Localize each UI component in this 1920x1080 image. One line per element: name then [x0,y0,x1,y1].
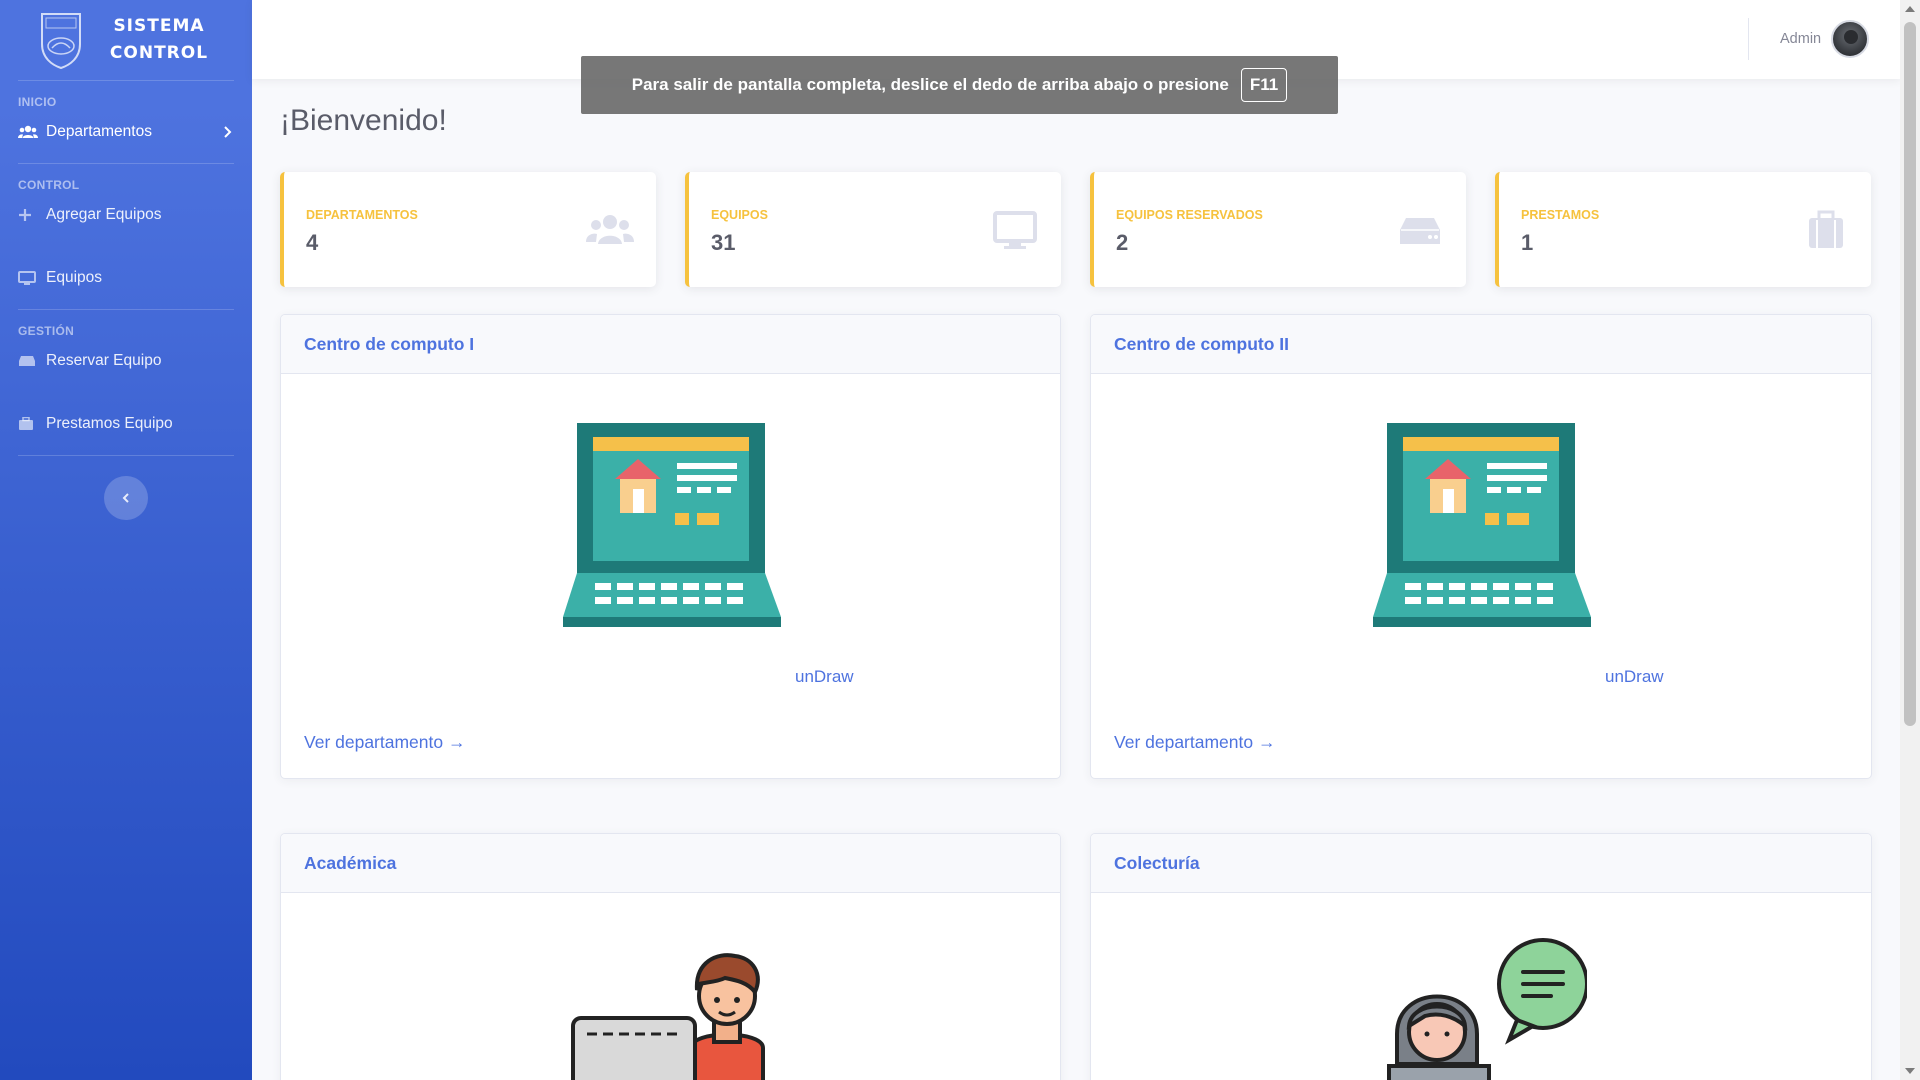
avatar[interactable] [1831,20,1870,58]
hdd-icon [1400,218,1440,244]
laptop-illustration [1373,423,1591,627]
card-title: Centro de computo I [281,315,1060,374]
card-title: Centro de computo II [1091,315,1871,374]
stat-card-departamentos[interactable]: DEPARTAMENTOS 4 [280,172,656,287]
stat-label: DEPARTAMENTOS [306,208,418,222]
brand-line-1: SISTEMA [113,16,205,36]
sidebar-heading-inicio: INICIO [18,95,57,109]
user-menu[interactable]: Admin [1780,20,1870,58]
stat-card-prestamos[interactable]: PRESTAMOS 1 [1495,172,1871,287]
student-laptop-illustration [571,953,765,1080]
card-title: Colecturía [1091,834,1871,893]
desktop-icon [993,211,1037,249]
sidebar-heading-gestion: GESTIÓN [18,324,75,338]
sidebar-item-departamentos[interactable]: Departamentos [0,109,252,155]
image-credit: unDraw [795,667,854,686]
scroll-down-icon[interactable] [1905,1068,1915,1074]
university-crest-icon [40,13,81,70]
topbar-divider [1748,18,1749,60]
plus-icon [18,207,40,223]
sidebar-item-equipos[interactable]: Equipos [0,255,252,301]
sidebar-brand[interactable]: SISTEMA CONTROL [0,0,252,80]
chevron-left-icon [122,493,129,503]
scroll-thumb[interactable] [1904,22,1916,726]
sidebar-toggle-wrap [0,456,252,520]
stat-label: PRESTAMOS [1521,208,1600,222]
view-department-link[interactable]: Ver departamento → [304,732,465,753]
sidebar-item-prestamos-equipo[interactable]: Prestamos Equipo [0,401,252,447]
stat-label: EQUIPOS [711,208,768,222]
stat-value: 1 [1521,230,1534,255]
sidebar-item-label: Reservar Equipo [46,352,162,369]
vertical-scrollbar[interactable] [1900,0,1920,1080]
briefcase-icon [18,416,40,432]
briefcase-icon [1809,210,1843,248]
sidebar-item-label: Departamentos [46,123,152,140]
department-card: Centro de computo II unDraw Ver departam… [1090,314,1872,779]
users-icon [18,124,40,140]
department-card: Colecturía [1090,833,1872,1080]
department-card: Centro de computo I unDraw Ver departame… [280,314,1061,779]
sidebar: SISTEMA CONTROL INICIO Departamentos CON… [0,0,252,1080]
stat-card-equipos[interactable]: EQUIPOS 31 [685,172,1061,287]
chevron-right-icon [224,126,232,138]
view-department-link[interactable]: Ver departamento → [1114,732,1275,753]
stat-card-equipos-reservados[interactable]: EQUIPOS RESERVADOS 2 [1090,172,1466,287]
sidebar-heading-control: CONTROL [18,178,80,192]
stat-value: 2 [1116,230,1129,255]
hdd-icon [18,353,40,369]
image-credit: unDraw [1605,667,1664,686]
card-title: Académica [281,834,1060,893]
toast-message: Para salir de pantalla completa, deslice… [631,75,1229,94]
key-hint: F11 [1240,68,1288,102]
sidebar-toggle-button[interactable] [104,476,148,520]
desktop-icon [18,270,40,286]
sidebar-item-label: Agregar Equipos [46,206,162,223]
stats-row: DEPARTAMENTOS 4 EQUIPOS 31 EQUIPOS RESER… [280,172,1872,287]
stat-label: EQUIPOS RESERVADOS [1116,208,1263,222]
user-name: Admin [1780,31,1822,47]
users-icon [586,215,634,244]
sidebar-item-label: Equipos [46,269,103,286]
fullscreen-toast: Para salir de pantalla completa, deslice… [581,56,1338,114]
sidebar-item-agregar-equipos[interactable]: Agregar Equipos [0,192,252,238]
sidebar-item-label: Prestamos Equipo [46,415,173,432]
sidebar-item-reservar-equipo[interactable]: Reservar Equipo [0,338,252,384]
scroll-up-icon[interactable] [1905,6,1915,12]
stat-value: 4 [306,230,319,255]
department-card: Académica [280,833,1061,1080]
brand-title: SISTEMA CONTROL [110,13,208,67]
support-agent-illustration [1387,938,1587,1080]
laptop-illustration [563,423,781,627]
brand-line-2: CONTROL [109,43,209,63]
stat-value: 31 [711,230,736,255]
